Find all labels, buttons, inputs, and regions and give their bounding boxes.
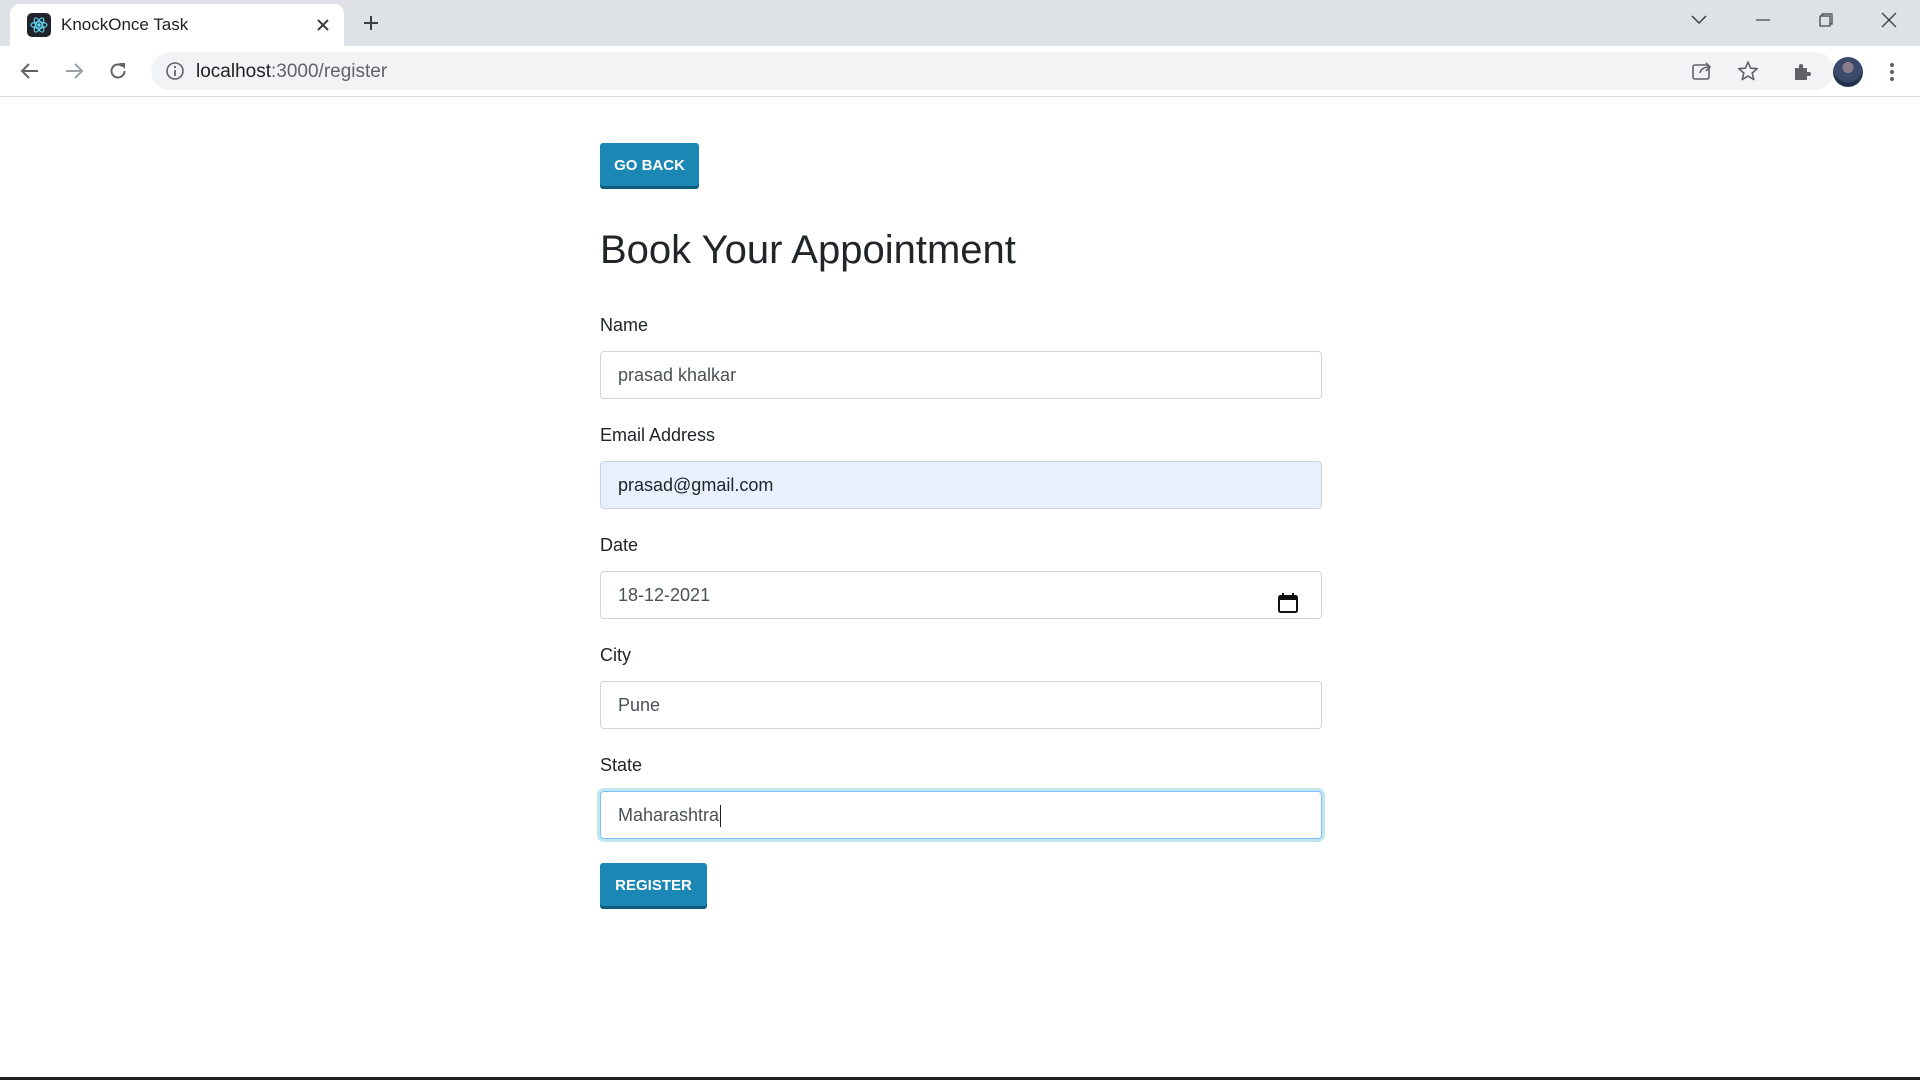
state-label: State (600, 755, 643, 775)
share-icon[interactable] (1690, 59, 1714, 83)
arrow-right-icon[interactable] (57, 54, 91, 88)
register-button[interactable]: REGISTER (600, 863, 707, 906)
address-bar[interactable]: localhost:3000/register (151, 52, 1834, 90)
state-input-value: Maharashtra (618, 805, 720, 825)
info-icon[interactable] (165, 61, 185, 81)
close-icon[interactable] (310, 12, 336, 38)
name-label: Name (600, 315, 649, 335)
page-content: GO BACK Book Your Appointment Name prasa… (0, 98, 1920, 1078)
browser-tabstrip: KnockOnce Task (0, 0, 1920, 46)
name-input[interactable]: prasad khalkar (600, 351, 1322, 399)
restore-icon[interactable] (1795, 0, 1857, 40)
browser-tab[interactable]: KnockOnce Task (10, 4, 344, 46)
email-input-value: prasad@gmail.com (618, 475, 774, 495)
name-input-value: prasad khalkar (618, 365, 737, 385)
calendar-icon[interactable] (1277, 585, 1299, 613)
minimize-icon[interactable] (1732, 0, 1794, 40)
avatar[interactable] (1833, 57, 1863, 87)
page-title: Book Your Appointment (600, 228, 1016, 272)
state-input[interactable]: Maharashtra (600, 791, 1322, 839)
reload-icon[interactable] (101, 54, 135, 88)
tab-title: KnockOnce Task (61, 15, 189, 34)
text-caret (720, 805, 722, 828)
date-label: Date (600, 535, 639, 555)
arrow-left-icon[interactable] (13, 54, 47, 88)
email-input[interactable]: prasad@gmail.com (600, 461, 1322, 509)
go-back-button[interactable]: GO BACK (600, 143, 699, 186)
browser-toolbar: localhost:3000/register (0, 46, 1920, 97)
kebab-menu-icon[interactable] (1876, 56, 1908, 88)
plus-icon[interactable] (356, 8, 386, 38)
url-text: localhost:3000/register (196, 61, 388, 82)
chevron-down-icon[interactable] (1668, 0, 1730, 40)
date-input[interactable]: 18-12-2021 (600, 571, 1322, 619)
date-input-value: 18-12-2021 (618, 585, 711, 605)
react-logo-icon (27, 13, 51, 37)
close-icon[interactable] (1858, 0, 1920, 40)
email-label: Email Address (600, 425, 716, 445)
city-input[interactable]: Pune (600, 681, 1322, 729)
city-input-value: Pune (618, 695, 661, 715)
city-label: City (600, 645, 631, 665)
puzzle-icon[interactable] (1786, 56, 1818, 88)
star-icon[interactable] (1736, 59, 1760, 83)
